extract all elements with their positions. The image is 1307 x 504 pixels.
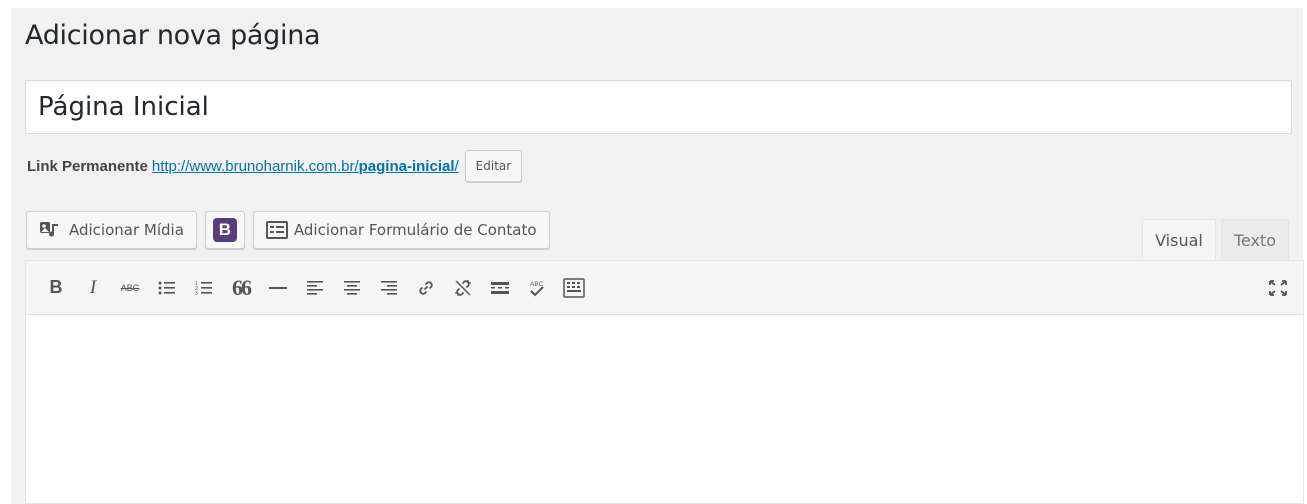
add-media-button[interactable]: Adicionar Mídia [26, 211, 197, 249]
add-media-label: Adicionar Mídia [69, 221, 184, 239]
media-buttons: Adicionar Mídia B Adicionar Formulário d… [26, 211, 550, 249]
content-editor: B I ABC 1 2 3 66 ABC [25, 260, 1304, 504]
strikethrough-icon[interactable]: ABC [115, 273, 145, 303]
bold-glyph: B [49, 277, 63, 297]
svg-text:3: 3 [195, 291, 198, 296]
quote-glyph: 66 [232, 274, 252, 300]
fullscreen-icon[interactable] [1263, 273, 1293, 303]
bootstrap-icon: B [212, 218, 237, 242]
permalink-link[interactable]: http://www.brunoharnik.com.br/pagina-ini… [152, 158, 459, 175]
bullet-list-icon[interactable] [152, 273, 182, 303]
spellcheck-icon[interactable]: ABC [522, 273, 552, 303]
permalink-label: Link Permanente [27, 157, 148, 175]
blockquote-icon[interactable]: 66 [226, 273, 256, 303]
add-contact-form-button[interactable]: Adicionar Formulário de Contato [252, 211, 550, 249]
permalink-url-prefix: http://www.brunoharnik.com.br/ [151, 157, 359, 175]
editor-content-area[interactable] [26, 315, 1303, 503]
editor-tabs: Visual Texto [1142, 219, 1289, 260]
italic-icon[interactable]: I [78, 273, 108, 303]
tab-visual[interactable]: Visual [1142, 219, 1216, 260]
align-center-icon[interactable] [337, 273, 367, 303]
add-contact-form-label: Adicionar Formulário de Contato [293, 221, 537, 239]
bold-icon[interactable]: B [41, 273, 71, 303]
form-icon [265, 221, 288, 239]
post-title-input[interactable] [25, 80, 1292, 134]
tab-texto[interactable]: Texto [1220, 219, 1289, 260]
numbered-list-icon[interactable]: 1 2 3 [189, 273, 219, 303]
media-icon [39, 220, 63, 240]
spell-glyph: ABC [530, 281, 544, 288]
permalink-slug: pagina-inicial [358, 157, 455, 175]
permalink-url-suffix: / [454, 157, 459, 175]
align-right-icon[interactable] [374, 273, 404, 303]
page-title: Adicionar nova página [25, 20, 321, 51]
edit-permalink-button[interactable]: Editar [464, 150, 523, 182]
toolbar-toggle-icon[interactable] [559, 273, 589, 303]
italic-glyph: I [89, 276, 97, 298]
horizontal-rule-icon[interactable] [263, 273, 293, 303]
bootstrap-shortcodes-button[interactable]: B [204, 211, 245, 249]
permalink-row: Link Permanente http://www.brunoharnik.c… [27, 149, 523, 183]
read-more-icon[interactable] [485, 273, 515, 303]
strike-glyph: ABC [120, 282, 140, 293]
unlink-icon[interactable] [448, 273, 478, 303]
editor-toolbar: B I ABC 1 2 3 66 ABC [26, 261, 1303, 315]
edit-page-container: Adicionar nova página Link Permanente ht… [11, 8, 1304, 504]
link-icon[interactable] [411, 273, 441, 303]
align-left-icon[interactable] [300, 273, 330, 303]
